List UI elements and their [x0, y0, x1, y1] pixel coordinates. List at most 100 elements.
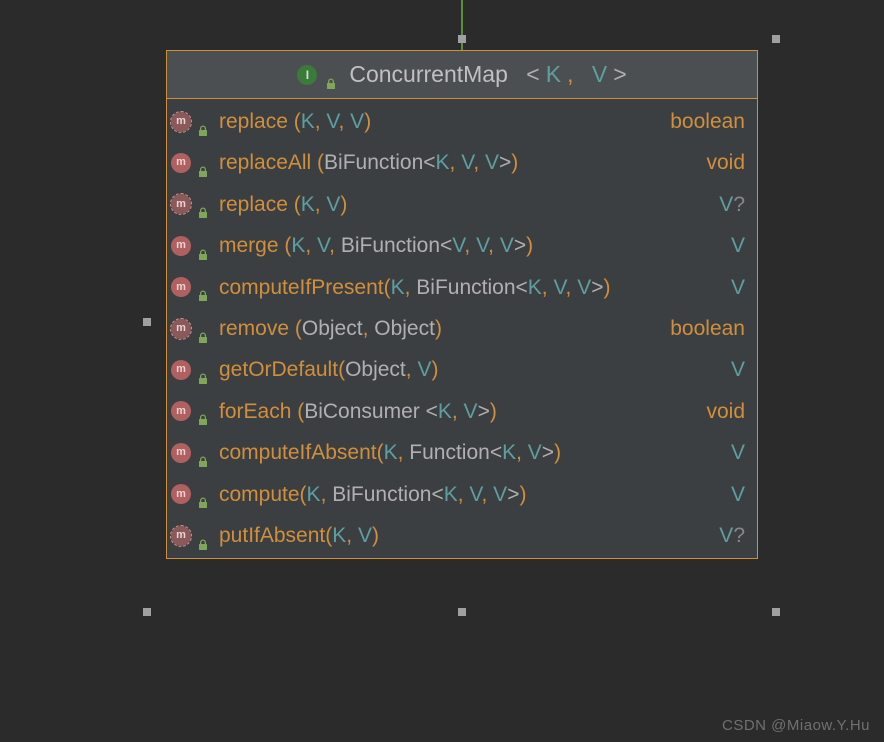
token-angle: <	[490, 441, 502, 464]
token-comma: ,	[405, 276, 417, 299]
token-type: V	[731, 276, 745, 299]
resize-handle[interactable]	[458, 608, 466, 616]
lock-icon	[197, 157, 209, 169]
token-angle: <	[431, 483, 443, 506]
return-type: V	[731, 273, 745, 302]
method-row[interactable]: mremove (Object, Object)boolean	[167, 308, 757, 349]
token-paren: (	[311, 151, 324, 174]
token-plain: Object	[345, 358, 406, 381]
token-type: V	[464, 400, 478, 423]
token-type: V	[493, 483, 507, 506]
method-row[interactable]: m getOrDefault(Object, V)V	[167, 349, 757, 390]
method-signature: remove (Object, Object)	[219, 314, 666, 343]
token-paren: (	[338, 358, 345, 381]
token-type: V	[461, 151, 473, 174]
token-paren: (	[384, 276, 391, 299]
method-row[interactable]: mputIfAbsent(K, V)V?	[167, 515, 757, 556]
token-type: K	[384, 441, 398, 464]
lock-icon	[197, 323, 209, 335]
token-name: compute	[219, 483, 300, 506]
lock-icon	[325, 69, 337, 81]
return-type: V	[731, 438, 745, 467]
token-type: K	[307, 483, 321, 506]
token-type: V	[731, 441, 745, 464]
method-row[interactable]: mreplace (K, V, V)boolean	[167, 101, 757, 142]
token-comma: ,	[458, 483, 470, 506]
token-type: V	[326, 110, 338, 133]
type-param-v: V	[592, 61, 607, 88]
method-icon: m	[171, 153, 191, 173]
class-header[interactable]: I ConcurrentMap < K , V >	[167, 51, 757, 99]
token-comma: ,	[452, 400, 464, 423]
token-type: K	[332, 524, 346, 547]
method-row[interactable]: mmerge (K, V, BiFunction<V, V, V>)V	[167, 225, 757, 266]
token-angle: <	[516, 276, 528, 299]
lock-icon	[197, 488, 209, 500]
lock-icon	[197, 116, 209, 128]
token-angle: <	[423, 151, 435, 174]
token-angle: >	[514, 234, 526, 257]
type-param-sep: ,	[567, 61, 573, 88]
token-name: void	[706, 400, 745, 423]
token-comma: ,	[346, 524, 358, 547]
method-icon: m	[171, 277, 191, 297]
token-type: K	[301, 193, 315, 216]
token-plain: BiFunction	[416, 276, 515, 299]
token-type: V	[731, 234, 745, 257]
token-comma: ,	[406, 358, 418, 381]
token-comma: ,	[464, 234, 476, 257]
token-comma: ,	[315, 193, 327, 216]
token-paren: )	[490, 400, 497, 423]
token-paren: (	[377, 441, 384, 464]
method-icon: m	[171, 360, 191, 380]
token-paren: )	[340, 193, 347, 216]
token-type: K	[301, 110, 315, 133]
method-list: mreplace (K, V, V)booleanmreplaceAll (Bi…	[167, 99, 757, 558]
token-comma: ,	[488, 234, 500, 257]
method-icon: m	[171, 484, 191, 504]
token-name: computeIfPresent	[219, 276, 384, 299]
method-signature: replace (K, V, V)	[219, 107, 666, 136]
method-row[interactable]: m computeIfPresent(K, BiFunction<K, V, V>…	[167, 267, 757, 308]
token-type: V	[719, 524, 733, 547]
resize-handle[interactable]	[772, 35, 780, 43]
token-angle: >	[507, 483, 519, 506]
token-paren: )	[519, 483, 526, 506]
token-type: V	[731, 358, 745, 381]
resize-handle[interactable]	[458, 35, 466, 43]
method-signature: computeIfPresent(K, BiFunction<K, V, V>)	[219, 273, 727, 302]
method-signature: getOrDefault(Object, V)	[219, 355, 727, 384]
method-signature: replace (K, V)	[219, 190, 715, 219]
method-row[interactable]: mcomputeIfAbsent(K, Function<K, V>)V	[167, 432, 757, 473]
token-plain: Object	[302, 317, 363, 340]
generic-open: <	[526, 61, 539, 88]
abstract-method-icon: m	[171, 194, 191, 214]
class-diagram-node[interactable]: I ConcurrentMap < K , V > mreplace (K, V…	[166, 50, 758, 559]
method-row[interactable]: mcompute(K, BiFunction<K, V, V>)V	[167, 474, 757, 515]
token-type: V	[485, 151, 499, 174]
token-type: V	[731, 483, 745, 506]
method-row[interactable]: mreplaceAll (BiFunction<K, V, V>)void	[167, 142, 757, 183]
token-type: K	[436, 151, 450, 174]
return-type: V?	[719, 190, 745, 219]
token-q: ?	[733, 193, 745, 216]
type-param-k: K	[546, 61, 561, 88]
return-type: void	[706, 397, 745, 426]
resize-handle[interactable]	[143, 608, 151, 616]
token-paren: )	[431, 358, 438, 381]
token-name: void	[706, 151, 745, 174]
method-row[interactable]: mforEach (BiConsumer <K, V>)void	[167, 391, 757, 432]
return-type: V	[731, 355, 745, 384]
token-angle: >	[591, 276, 603, 299]
abstract-method-icon: m	[171, 526, 191, 546]
resize-handle[interactable]	[772, 608, 780, 616]
token-type: V	[528, 441, 542, 464]
lock-icon	[197, 405, 209, 417]
lock-icon	[197, 281, 209, 293]
method-row[interactable]: m replace (K, V)V?	[167, 184, 757, 225]
resize-handle[interactable]	[143, 318, 151, 326]
return-type: V?	[719, 521, 745, 550]
lock-icon	[197, 198, 209, 210]
method-icon: m	[171, 443, 191, 463]
generic-close: >	[613, 61, 626, 88]
